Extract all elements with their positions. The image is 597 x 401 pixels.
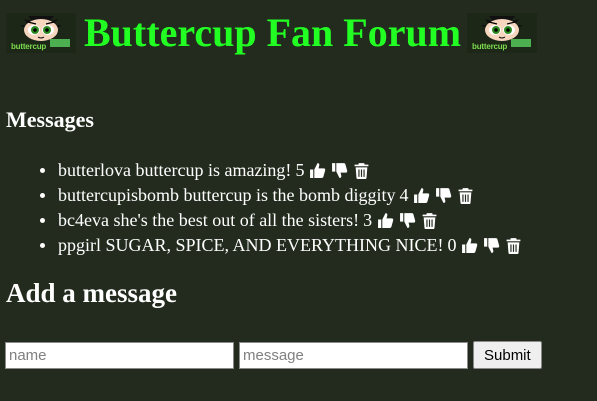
- message-score: 3: [363, 210, 373, 230]
- name-input[interactable]: [5, 341, 234, 369]
- bullet-icon: [40, 243, 45, 248]
- thumbs-up-icon[interactable]: [461, 237, 479, 255]
- site-title: Buttercup Fan Forum: [84, 10, 462, 55]
- message-input[interactable]: [239, 341, 468, 369]
- message-user: bc4eva: [58, 210, 109, 230]
- message-item: bc4eva she's the best out of all the sis…: [40, 208, 523, 233]
- message-item: ppgirl SUGAR, SPICE, AND EVERYTHING NICE…: [40, 233, 523, 258]
- thumbs-up-icon[interactable]: [412, 187, 430, 205]
- message-text: she's the best out of all the sisters!: [113, 210, 360, 230]
- bullet-icon: [40, 218, 45, 223]
- thumbs-up-icon[interactable]: [376, 212, 394, 230]
- trash-icon[interactable]: [352, 162, 370, 180]
- thumbs-down-icon[interactable]: [398, 212, 416, 230]
- bullet-icon: [40, 193, 45, 198]
- message-item: buttercupisbomb buttercup is the bomb di…: [40, 183, 523, 208]
- trash-icon[interactable]: [505, 237, 523, 255]
- message-text: SUGAR, SPICE, AND EVERYTHING NICE!: [105, 235, 444, 255]
- logo-label-right: buttercup: [472, 42, 508, 51]
- buttercup-logo: buttercup: [6, 13, 76, 53]
- add-message-heading: Add a message: [6, 278, 178, 308]
- thumbs-down-icon[interactable]: [483, 237, 501, 255]
- message-list: butterlova buttercup is amazing! 5 butte…: [40, 158, 523, 258]
- thumbs-up-icon[interactable]: [308, 162, 326, 180]
- bullet-icon: [40, 168, 45, 173]
- submit-button[interactable]: Submit: [473, 341, 542, 369]
- thumbs-down-icon[interactable]: [434, 187, 452, 205]
- logo-label: buttercup: [11, 42, 47, 51]
- message-score: 5: [295, 160, 305, 180]
- add-message-form: Submit: [5, 341, 542, 369]
- messages-heading: Messages: [6, 107, 94, 132]
- message-item: butterlova buttercup is amazing! 5: [40, 158, 523, 183]
- message-user: ppgirl: [58, 235, 101, 255]
- trash-icon[interactable]: [420, 212, 438, 230]
- thumbs-down-icon[interactable]: [330, 162, 348, 180]
- message-text: buttercup is the bomb diggity: [183, 185, 396, 205]
- message-user: buttercupisbomb: [58, 185, 179, 205]
- trash-icon[interactable]: [456, 187, 474, 205]
- message-score: 4: [399, 185, 409, 205]
- buttercup-logo-right: buttercup: [467, 13, 538, 53]
- message-score: 0: [447, 235, 457, 255]
- message-text: buttercup is amazing!: [135, 160, 292, 180]
- message-user: butterlova: [58, 160, 131, 180]
- site-header: buttercup Buttercup Fan Forum buttercup: [6, 8, 538, 58]
